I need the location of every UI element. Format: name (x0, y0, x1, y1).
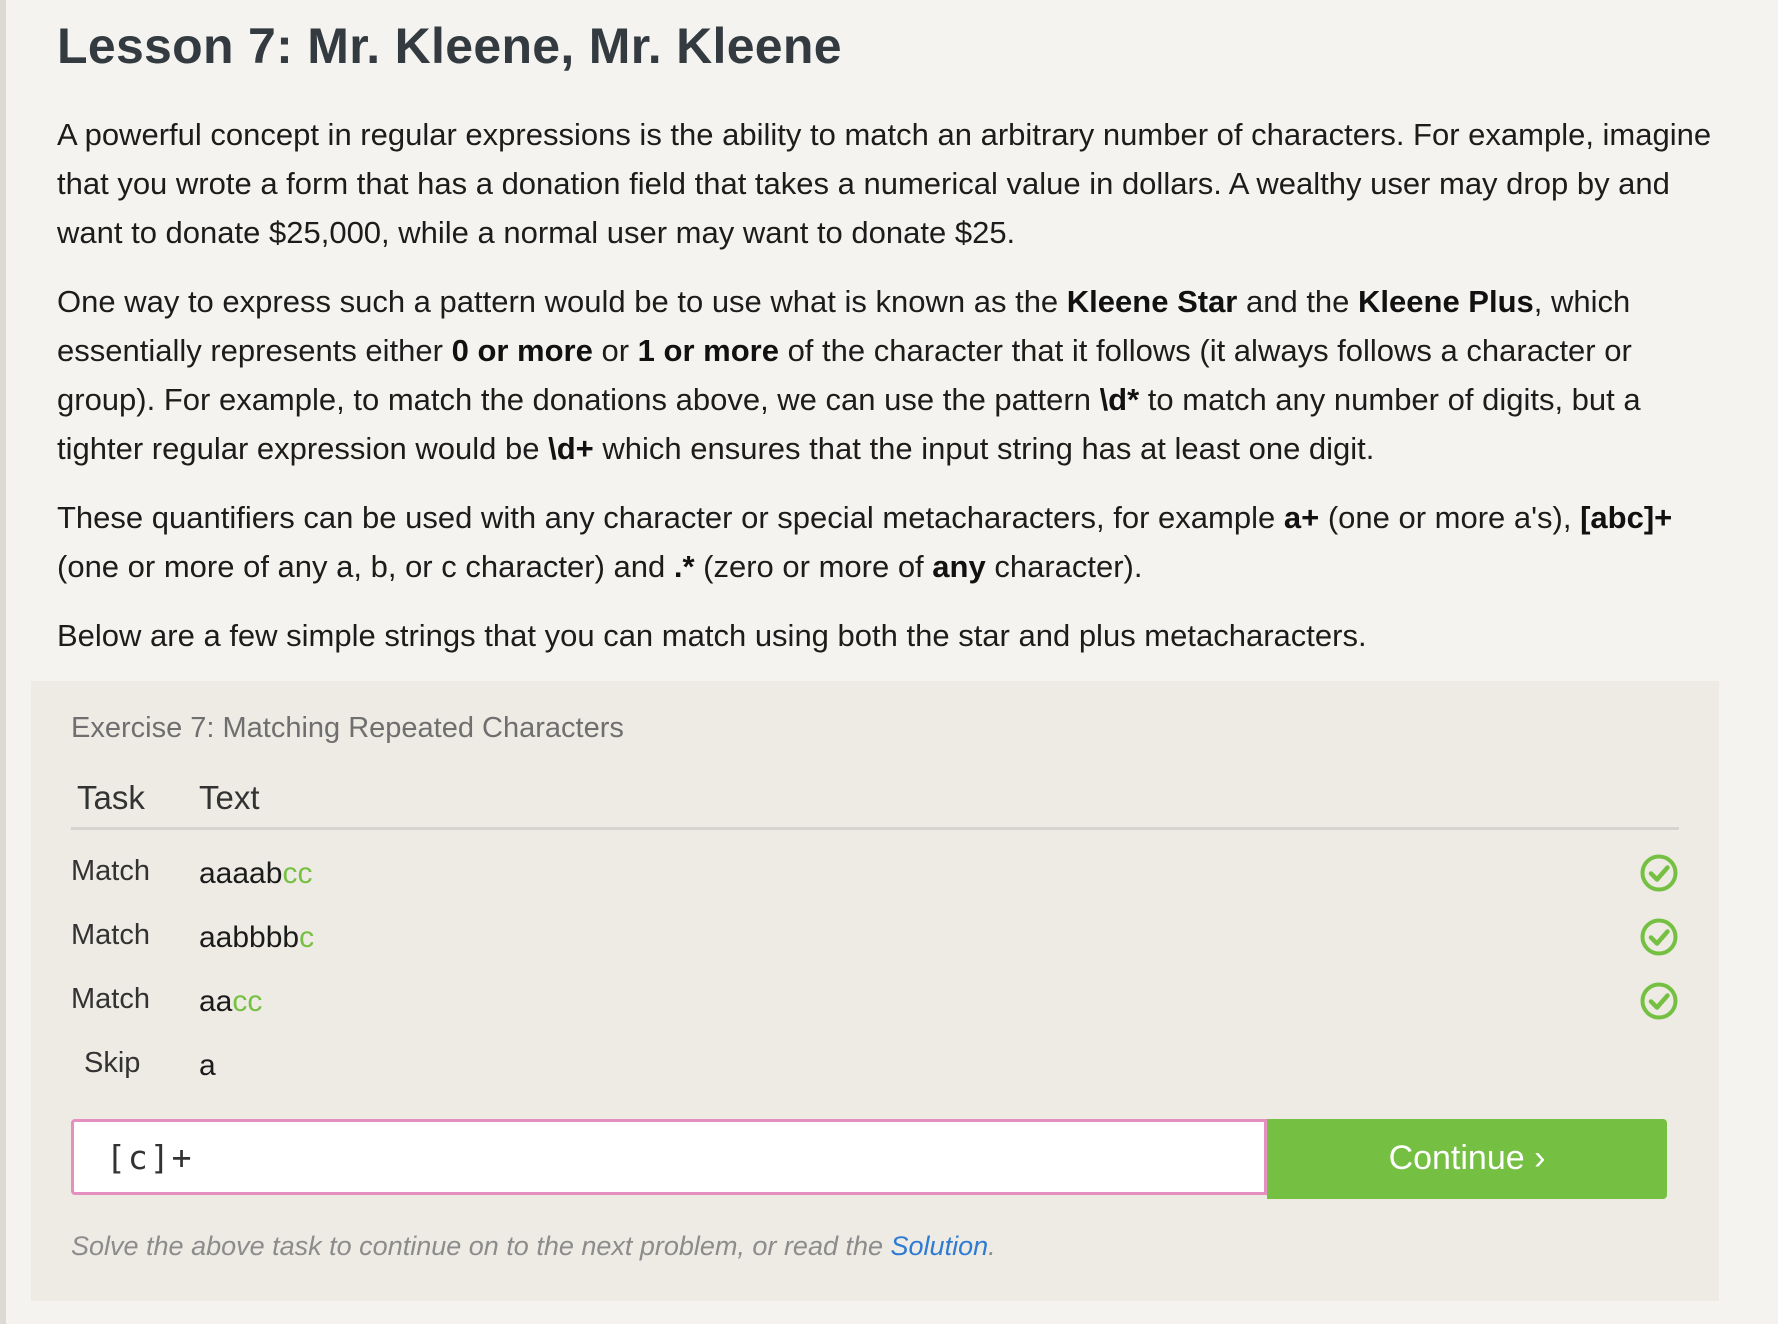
column-header-text: Text (199, 779, 260, 816)
pattern-digit-plus: \d+ (548, 431, 594, 466)
text-unmatched: aabbbb (199, 921, 300, 954)
continue-button[interactable]: Continue › (1267, 1119, 1667, 1199)
task-text: aaaabcc (199, 857, 312, 891)
task-type: Match (71, 855, 150, 887)
task-row: Skip a (71, 1033, 1683, 1097)
regex-input-box[interactable] (71, 1119, 1267, 1195)
pattern-abc-plus: [abc]+ (1580, 500, 1673, 535)
task-text: a (199, 1049, 216, 1083)
check-icon (1640, 854, 1678, 892)
task-row: Match aaaabcc (71, 841, 1683, 905)
text-run: (zero or more of (694, 549, 933, 584)
term-zero-or-more: 0 or more (451, 333, 593, 368)
lesson-paragraph-1: A powerful concept in regular expression… (57, 117, 1712, 250)
task-text: aabbbbc (199, 921, 314, 955)
task-text: aacc (199, 985, 262, 1019)
hint-text: Solve the above task to continue on to t… (71, 1231, 996, 1262)
text-run: and the (1237, 284, 1359, 319)
check-icon (1640, 918, 1678, 956)
text-run: These quantifiers can be used with any c… (57, 500, 1284, 535)
term-kleene-plus: Kleene Plus (1358, 284, 1534, 319)
task-row: Match aabbbbc (71, 905, 1683, 969)
text-matched: cc (282, 857, 313, 890)
task-type: Skip (84, 1047, 141, 1079)
solution-link[interactable]: Solution (891, 1231, 989, 1261)
task-type: Match (71, 919, 150, 951)
text-run: (one or more of any a, b, or c character… (57, 549, 674, 584)
pattern-digit-star: \d* (1099, 382, 1140, 417)
regex-input[interactable] (74, 1122, 1264, 1192)
text-run: One way to express such a pattern would … (57, 284, 1067, 319)
text-unmatched: a (199, 1049, 216, 1082)
term-one-or-more: 1 or more (637, 333, 779, 368)
pattern-dot-star: .* (673, 549, 695, 584)
text-matched: cc (232, 985, 263, 1018)
text-matched: c (299, 921, 315, 954)
header-divider (71, 827, 1679, 830)
check-icon (1640, 982, 1678, 1020)
text-unmatched: aa (199, 985, 233, 1018)
pattern-a-plus: a+ (1283, 500, 1320, 535)
column-header-task: Task (77, 779, 145, 816)
text-run: which ensures that the input string has … (593, 431, 1375, 466)
lesson-content: Lesson 7: Mr. Kleene, Mr. Kleene A power… (57, 0, 1717, 680)
text-unmatched: aaaab (199, 857, 283, 890)
term-kleene-star: Kleene Star (1066, 284, 1238, 319)
hint-suffix: . (988, 1231, 996, 1261)
task-type: Match (71, 983, 150, 1015)
lesson-paragraph-3: These quantifiers can be used with any c… (57, 493, 1717, 591)
lesson-paragraph-4: Below are a few simple strings that you … (57, 618, 1367, 653)
text-run: character). (985, 549, 1143, 584)
lesson-paragraph-2: One way to express such a pattern would … (57, 277, 1717, 473)
exercise-panel: Exercise 7: Matching Repeated Characters… (31, 681, 1719, 1301)
text-run: (one or more a's), (1319, 500, 1581, 535)
hint-prefix: Solve the above task to continue on to t… (71, 1231, 891, 1261)
task-row: Match aacc (71, 969, 1683, 1033)
lesson-title: Lesson 7: Mr. Kleene, Mr. Kleene (57, 18, 842, 74)
text-run: or (592, 333, 638, 368)
exercise-title: Exercise 7: Matching Repeated Characters (71, 712, 624, 744)
term-any: any (932, 549, 986, 584)
left-border (0, 0, 6, 1324)
